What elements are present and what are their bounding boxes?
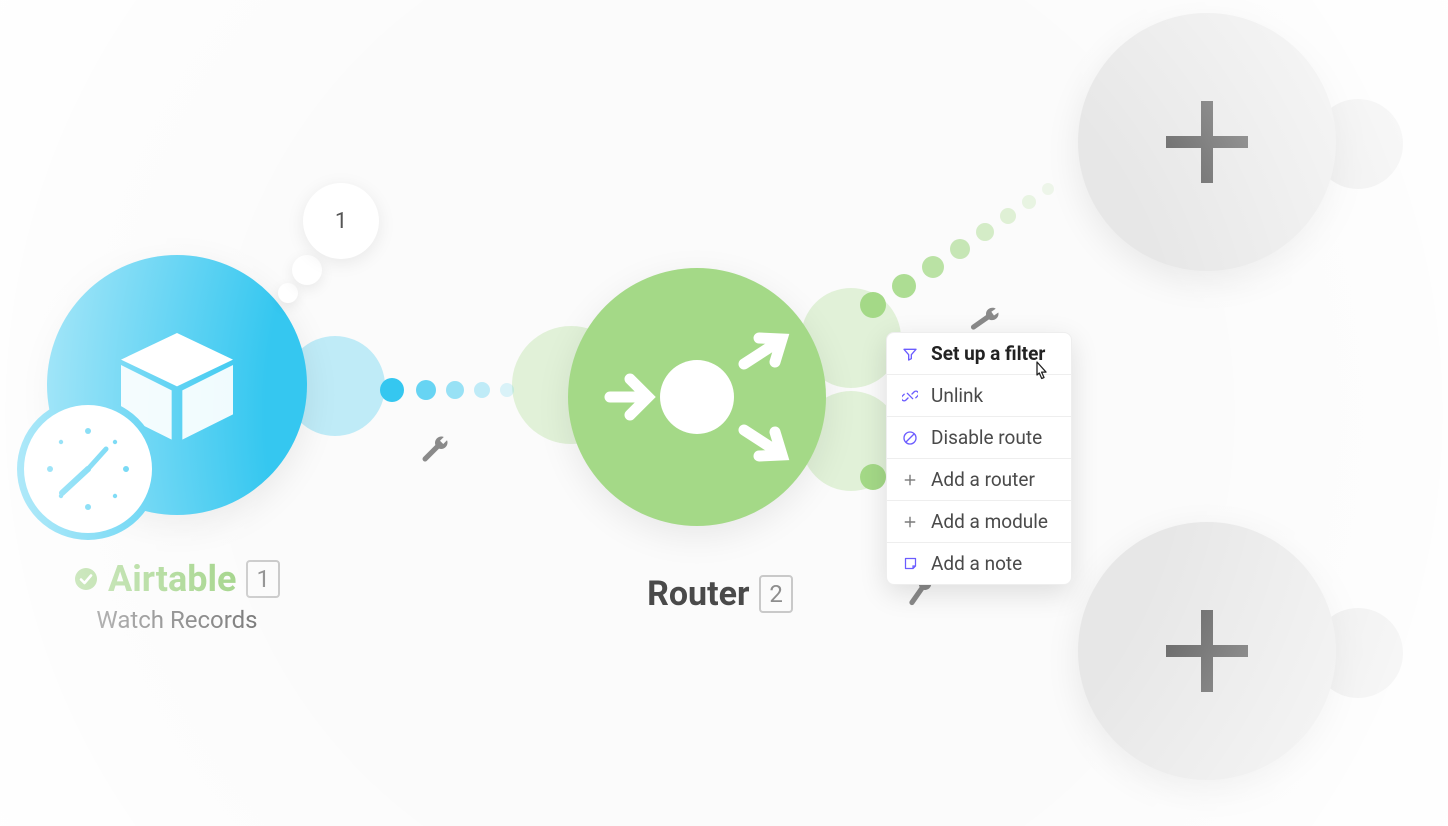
menu-item-label: Disable route [931, 426, 1042, 449]
operation-count: 1 [335, 209, 347, 234]
plus-icon [901, 513, 919, 531]
clock-icon [38, 419, 138, 519]
connection-airtable-router[interactable] [360, 372, 560, 402]
router-label-block: Router 2 [600, 574, 840, 614]
menu-item-add-module[interactable]: Add a module [887, 501, 1071, 543]
operation-count-bubble[interactable]: 1 [303, 183, 379, 259]
plus-icon [901, 471, 919, 489]
module-title: Airtable [108, 558, 236, 600]
cursor-pointer-icon [1030, 360, 1052, 386]
plus-icon [1162, 97, 1252, 187]
note-icon [901, 555, 919, 573]
filter-icon [901, 345, 919, 363]
module-index: 1 [246, 560, 280, 598]
bubble-dot [292, 255, 322, 285]
wrench-icon[interactable] [420, 434, 450, 464]
menu-item-add-note[interactable]: Add a note [887, 543, 1071, 584]
router-module[interactable] [568, 268, 826, 526]
menu-item-label: Add a note [931, 552, 1022, 575]
module-index: 2 [759, 575, 793, 613]
check-circle-icon [74, 567, 98, 591]
menu-item-label: Unlink [931, 384, 983, 407]
schedule-clock-icon[interactable] [17, 398, 159, 540]
menu-item-disable-route[interactable]: Disable route [887, 417, 1071, 459]
module-title: Router [647, 574, 749, 614]
router-arrows-icon [568, 268, 826, 526]
airtable-label-block: Airtable 1 Watch Records [38, 558, 316, 634]
disable-icon [901, 429, 919, 447]
menu-item-add-router[interactable]: Add a router [887, 459, 1071, 501]
menu-item-label: Set up a filter [931, 342, 1045, 365]
module-subtitle: Watch Records [38, 606, 316, 634]
unlink-icon [901, 387, 919, 405]
add-module-slot-top[interactable] [1078, 13, 1336, 271]
connection-router-top[interactable] [850, 140, 1110, 320]
menu-item-label: Add a module [931, 510, 1048, 533]
bubble-dot [278, 283, 298, 303]
add-module-slot-bottom[interactable] [1078, 522, 1336, 780]
menu-item-label: Add a router [931, 468, 1035, 491]
plus-icon [1162, 606, 1252, 696]
